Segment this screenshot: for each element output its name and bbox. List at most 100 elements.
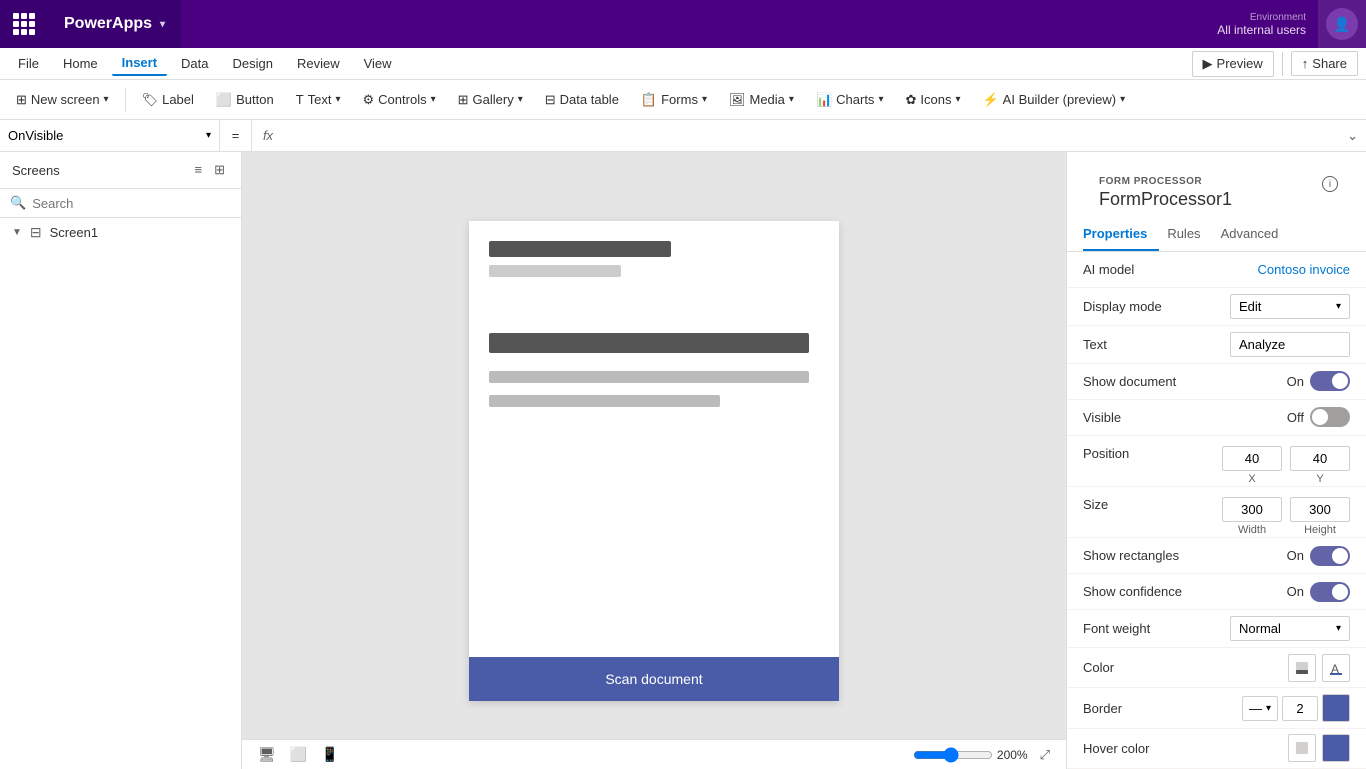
position-x-input[interactable] xyxy=(1222,446,1282,471)
position-y-field: Y xyxy=(1290,446,1350,485)
waffle-grid-icon xyxy=(13,13,35,35)
media-button[interactable]: 🖼 Media ▾ xyxy=(721,88,802,112)
fit-screen-button[interactable]: ⤢ xyxy=(1036,747,1054,763)
new-screen-chevron-icon: ▾ xyxy=(104,94,109,105)
tablet-view-icon[interactable]: ⬜ xyxy=(286,744,311,765)
media-chevron-icon: ▾ xyxy=(789,94,794,105)
formula-bar: OnVisible ▾ = fx ⌄ xyxy=(0,120,1366,152)
prop-color: Color A xyxy=(1067,648,1366,688)
charts-button[interactable]: 📊 Charts ▾ xyxy=(808,88,892,112)
canvas-frame[interactable]: Scan document xyxy=(469,221,839,701)
prop-font-weight: Font weight Normal ▾ xyxy=(1067,610,1366,648)
visible-toggle[interactable] xyxy=(1310,407,1350,427)
screens-header: Screens ≡ ⊞ xyxy=(0,152,241,189)
button-icon: ⬜ xyxy=(216,92,232,108)
desktop-view-icon[interactable]: 🖥 xyxy=(254,744,280,765)
preview-button[interactable]: ▶ Preview xyxy=(1192,51,1274,77)
mobile-view-icon[interactable]: 📱 xyxy=(317,744,342,765)
panel-info-icon[interactable]: i xyxy=(1322,176,1338,192)
hover-color-swatch-2[interactable] xyxy=(1322,734,1350,762)
size-height-input[interactable] xyxy=(1290,497,1350,522)
icons-button[interactable]: ✿ Icons ▾ xyxy=(897,88,968,112)
tab-advanced[interactable]: Advanced xyxy=(1221,218,1291,251)
show-document-thumb xyxy=(1332,373,1348,389)
display-mode-chevron-icon: ▾ xyxy=(1336,301,1341,312)
hover-color-swatches xyxy=(1288,734,1350,762)
waffle-menu[interactable] xyxy=(0,0,48,48)
tab-rules[interactable]: Rules xyxy=(1167,218,1212,251)
screen1-icon: ⊟ xyxy=(30,224,42,241)
button-button[interactable]: ⬜ Button xyxy=(208,88,282,112)
user-avatar[interactable]: 👤 xyxy=(1318,0,1366,48)
doc-section-bar xyxy=(489,333,809,353)
color-text-swatch[interactable]: A xyxy=(1322,654,1350,682)
menu-view[interactable]: View xyxy=(354,52,402,75)
scan-document-button[interactable]: Scan document xyxy=(469,657,839,701)
label-icon: 🏷 xyxy=(142,92,159,108)
screens-grid-view-button[interactable]: ⊞ xyxy=(210,160,229,180)
label-button[interactable]: 🏷 Label xyxy=(134,88,202,112)
forms-button[interactable]: 📋 Forms ▾ xyxy=(633,88,715,112)
screen1-item[interactable]: ▼ ⊟ Screen1 xyxy=(0,218,241,247)
ai-builder-button[interactable]: ⚡ AI Builder (preview) ▾ xyxy=(974,88,1133,112)
property-selector[interactable]: OnVisible ▾ xyxy=(0,120,220,151)
prop-hover-color: Hover color xyxy=(1067,729,1366,769)
share-button[interactable]: ↑ Share xyxy=(1291,51,1358,76)
forms-chevron-icon: ▾ xyxy=(702,94,707,105)
new-screen-button[interactable]: ⊞ New screen ▾ xyxy=(8,88,117,112)
search-input[interactable] xyxy=(32,196,231,211)
canvas-content: Scan document xyxy=(242,152,1066,769)
ai-builder-icon: ⚡ xyxy=(982,92,998,108)
border-style-dropdown[interactable]: — ▾ xyxy=(1242,696,1278,721)
show-confidence-thumb xyxy=(1332,584,1348,600)
position-x-field: X xyxy=(1222,446,1282,485)
text-button[interactable]: T Text ▾ xyxy=(288,88,349,111)
color-fill-swatch[interactable] xyxy=(1288,654,1316,682)
border-style-chevron-icon: ▾ xyxy=(1266,703,1271,714)
zoom-slider[interactable] xyxy=(913,747,993,763)
screens-list-view-button[interactable]: ≡ xyxy=(191,160,207,180)
show-confidence-toggle[interactable] xyxy=(1310,582,1350,602)
border-color-swatch[interactable] xyxy=(1322,694,1350,722)
gallery-button[interactable]: ⊞ Gallery ▾ xyxy=(450,88,531,112)
menu-data[interactable]: Data xyxy=(171,52,218,75)
show-rectangles-toggle[interactable] xyxy=(1310,546,1350,566)
controls-button[interactable]: ⚙ Controls ▾ xyxy=(355,88,444,112)
canvas-area: Scan document 🖥 ⬜ 📱 200% ⤢ xyxy=(242,152,1066,769)
tab-properties[interactable]: Properties xyxy=(1083,218,1159,251)
formula-expand-icon[interactable]: ⌄ xyxy=(1339,128,1366,144)
hover-fill-icon xyxy=(1294,740,1310,756)
menu-home[interactable]: Home xyxy=(53,52,108,75)
view-icons: 🖥 ⬜ 📱 xyxy=(254,744,343,765)
font-weight-dropdown[interactable]: Normal ▾ xyxy=(1230,616,1350,641)
menu-design[interactable]: Design xyxy=(223,52,283,75)
formula-input[interactable] xyxy=(284,128,1339,143)
text-icon: T xyxy=(296,92,304,107)
formula-fx-icon: fx xyxy=(252,128,284,143)
position-inputs: X Y xyxy=(1222,446,1350,485)
size-width-input[interactable] xyxy=(1222,497,1282,522)
color-fill-icon xyxy=(1294,660,1310,676)
icons-icon: ✿ xyxy=(905,92,916,108)
doc-line-4 xyxy=(489,395,720,407)
media-icon: 🖼 xyxy=(729,92,746,108)
border-line-icon: — xyxy=(1249,701,1262,716)
top-bar: PowerApps ▾ Environment All internal use… xyxy=(0,0,1366,48)
data-table-icon: ⊟ xyxy=(545,92,556,108)
position-y-input[interactable] xyxy=(1290,446,1350,471)
hover-fill-swatch[interactable] xyxy=(1288,734,1316,762)
menu-review[interactable]: Review xyxy=(287,52,350,75)
show-document-toggle[interactable] xyxy=(1310,371,1350,391)
text-input[interactable] xyxy=(1230,332,1350,357)
canvas-bottom-bar: 🖥 ⬜ 📱 200% ⤢ xyxy=(242,739,1066,769)
main-content: Screens ≡ ⊞ 🔍 ▼ ⊟ Screen1 xyxy=(0,152,1366,769)
preview-divider xyxy=(1282,52,1283,76)
app-title[interactable]: PowerApps ▾ xyxy=(48,0,181,48)
data-table-button[interactable]: ⊟ Data table xyxy=(537,88,627,112)
doc-line-2 xyxy=(489,265,621,277)
size-height-field: Height xyxy=(1290,497,1350,536)
display-mode-dropdown[interactable]: Edit ▾ xyxy=(1230,294,1350,319)
menu-file[interactable]: File xyxy=(8,52,49,75)
menu-insert[interactable]: Insert xyxy=(112,51,167,76)
border-width-input[interactable] xyxy=(1282,696,1318,721)
